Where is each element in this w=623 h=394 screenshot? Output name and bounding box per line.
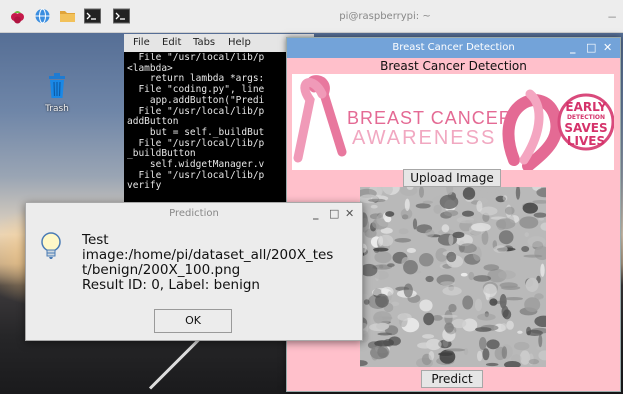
pink-ribbon-icon — [502, 89, 563, 170]
dialog-minimize-icon[interactable]: _ — [313, 203, 319, 225]
menu-help[interactable]: Help — [228, 37, 251, 48]
taskbar: pi@raspberrypi: ~ − — [0, 0, 623, 33]
terminal-line: verify — [127, 180, 162, 192]
maximize-icon[interactable]: □ — [586, 38, 596, 58]
trash-desktop-icon[interactable]: Trash — [33, 70, 81, 114]
trash-label: Trash — [45, 104, 69, 114]
app-heading: Breast Cancer Detection — [380, 59, 527, 73]
pink-ribbon-icon — [293, 75, 347, 163]
menu-edit[interactable]: Edit — [162, 37, 181, 48]
banner-right-line1: EARLY — [565, 100, 607, 114]
taskbar-window-title: pi@raspberrypi: ~ — [339, 11, 431, 22]
predict-button[interactable]: Predict — [421, 370, 483, 388]
dialog-titlebar[interactable]: Prediction _ □ ✕ — [26, 203, 362, 225]
taskbar-terminal-task[interactable] — [113, 8, 130, 24]
menu-file[interactable]: File — [133, 37, 150, 48]
trash-icon — [49, 73, 65, 98]
upload-image-button[interactable]: Upload Image — [403, 169, 501, 187]
banner-right-line2: DETECTION — [566, 114, 606, 121]
terminal-icon[interactable] — [84, 8, 101, 24]
message-line: Test — [82, 232, 109, 248]
ok-button[interactable]: OK — [154, 309, 232, 333]
message-line: t/benign/200X_100.png — [82, 262, 241, 278]
close-icon[interactable]: ✕ — [603, 38, 612, 58]
dialog-title: Prediction — [169, 208, 219, 219]
banner-left-line1: BREAST CANCER — [347, 108, 513, 128]
taskbar-minimize-glyph[interactable]: − — [607, 10, 617, 24]
histopathology-image — [360, 187, 546, 367]
banner-left-line2: AWARENESS — [352, 127, 497, 149]
raspberry-menu-icon[interactable] — [9, 8, 26, 24]
prediction-dialog: Prediction _ □ ✕ Test image:/home/pi/dat… — [25, 202, 363, 341]
banner-right-line3: SAVES — [564, 121, 608, 135]
app-titlebar[interactable]: Breast Cancer Detection _ □ ✕ — [287, 38, 620, 58]
minimize-icon[interactable]: _ — [570, 38, 576, 58]
lightbulb-icon — [41, 232, 61, 259]
globe-icon[interactable] — [34, 8, 51, 24]
awareness-banner: BREAST CANCER AWARENESS EARLY DETECTION … — [292, 74, 614, 170]
folder-icon[interactable] — [59, 8, 76, 24]
banner-right-line4: LIVES — [566, 134, 606, 148]
prediction-message: Test image:/home/pi/dataset_all/200X_tes… — [82, 233, 357, 293]
dialog-close-icon[interactable]: ✕ — [345, 203, 354, 225]
message-line: Result ID: 0, Label: benign — [82, 277, 260, 293]
terminal-line: app.addButton("Predi — [127, 94, 265, 106]
tissue-image-texture — [360, 187, 546, 367]
message-line: image:/home/pi/dataset_all/200X_tes — [82, 247, 334, 263]
menu-tabs[interactable]: Tabs — [193, 37, 215, 48]
dialog-maximize-icon[interactable]: □ — [329, 203, 339, 225]
